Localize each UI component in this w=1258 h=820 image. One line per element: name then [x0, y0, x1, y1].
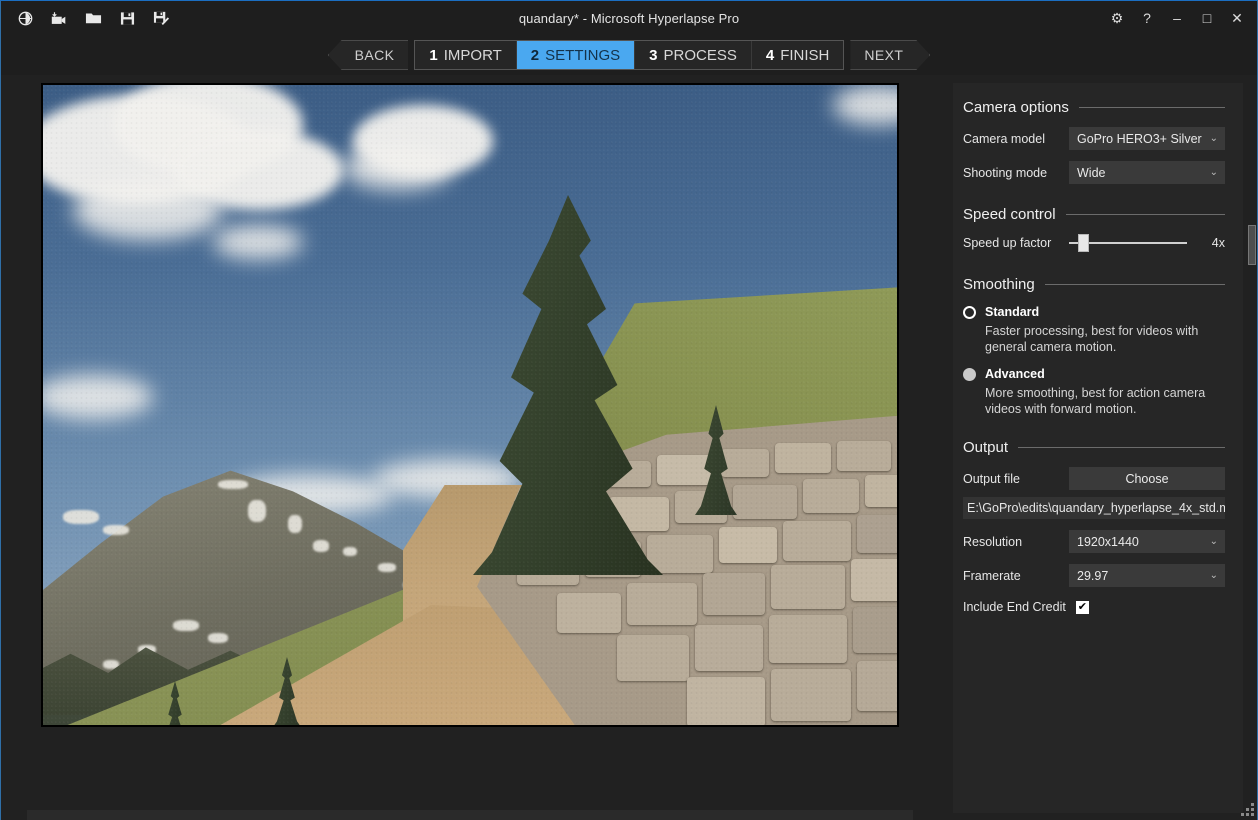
video-preview[interactable] [41, 83, 899, 727]
settings-gear-icon[interactable]: ⚙ [1103, 4, 1131, 32]
shooting-mode-row: Shooting mode Wide ⌄ [963, 161, 1225, 184]
speed-control-header: Speed control [963, 206, 1225, 223]
radio-standard-label: Standard [985, 305, 1040, 319]
include-end-credit-label: Include End Credit [963, 600, 1066, 614]
tab-finish-label: FINISH [780, 46, 830, 64]
camera-options-title: Camera options [963, 99, 1069, 116]
toolbar [1, 7, 173, 29]
camera-model-select[interactable]: GoPro HERO3+ Silver ⌄ [1069, 127, 1225, 150]
wizard-steps: 1 IMPORT 2 SETTINGS 3 PROCESS 4 FINISH [414, 40, 845, 70]
smoothing-advanced-row[interactable]: Advanced [963, 367, 1225, 381]
output-file-label: Output file [963, 471, 1020, 486]
chevron-down-icon: ⌄ [1209, 166, 1218, 178]
framerate-value: 29.97 [1077, 568, 1109, 583]
shooting-mode-label: Shooting mode [963, 165, 1048, 180]
output-file-row: Output file Choose [963, 467, 1225, 490]
close-button[interactable]: ✕ [1223, 4, 1251, 32]
choose-output-file-button[interactable]: Choose [1069, 467, 1225, 490]
tab-settings[interactable]: 2 SETTINGS [516, 41, 636, 69]
speed-up-factor-value: 4x [1211, 236, 1225, 250]
resolution-select[interactable]: 1920x1440 ⌄ [1069, 530, 1225, 553]
settings-panel: Camera options Camera model GoPro HERO3+… [953, 83, 1243, 813]
tab-import-label: IMPORT [443, 46, 502, 64]
next-button[interactable]: NEXT [850, 40, 930, 70]
tab-settings-label: SETTINGS [545, 46, 621, 64]
window-controls: ⚙ ? – □ ✕ [1103, 1, 1251, 35]
title-bar: quandary* - Microsoft Hyperlapse Pro ⚙ ?… [1, 1, 1257, 35]
resize-grip[interactable] [1238, 800, 1254, 816]
camera-options-header: Camera options [963, 99, 1225, 116]
tab-import[interactable]: 1 IMPORT [415, 41, 517, 69]
save-as-icon[interactable] [149, 7, 173, 29]
radio-standard-description: Faster processing, best for videos with … [985, 324, 1199, 354]
import-video-icon[interactable] [47, 7, 71, 29]
preview-pane [1, 75, 931, 820]
chevron-down-icon: ⌄ [1209, 132, 1218, 144]
smoothing-header: Smoothing [963, 276, 1225, 293]
save-icon[interactable] [115, 7, 139, 29]
vertical-scrollbar[interactable] [1248, 225, 1256, 265]
include-end-credit-checkbox[interactable]: ✔ [1075, 600, 1089, 614]
speed-up-factor-slider[interactable] [1069, 234, 1187, 252]
resolution-value: 1920x1440 [1077, 534, 1139, 549]
speed-control-title: Speed control [963, 206, 1056, 223]
open-folder-icon[interactable] [81, 7, 105, 29]
chevron-down-icon: ⌄ [1209, 535, 1218, 547]
framerate-row: Framerate 29.97 ⌄ [963, 564, 1225, 587]
window-title: quandary* - Microsoft Hyperlapse Pro [518, 10, 740, 26]
chevron-down-icon: ⌄ [1209, 569, 1218, 581]
tab-finish-number: 4 [765, 46, 775, 64]
include-end-credit-row: Include End Credit ✔ [963, 600, 1225, 614]
tab-process-label: PROCESS [663, 46, 737, 64]
framerate-label: Framerate [963, 568, 1021, 583]
camera-model-row: Camera model GoPro HERO3+ Silver ⌄ [963, 127, 1225, 150]
minimize-button[interactable]: – [1163, 4, 1191, 32]
framerate-select[interactable]: 29.97 ⌄ [1069, 564, 1225, 587]
video-stats-panel: Video Stats Original Length 00:01:02 Tri… [27, 810, 913, 820]
radio-advanced-description: More smoothing, best for action camera v… [985, 386, 1206, 416]
hyperlapse-window: quandary* - Microsoft Hyperlapse Pro ⚙ ?… [0, 0, 1258, 820]
slider-thumb[interactable] [1078, 234, 1089, 252]
camera-model-value: GoPro HERO3+ Silver [1077, 131, 1202, 146]
maximize-button[interactable]: □ [1193, 4, 1221, 32]
app-globe-icon[interactable] [13, 7, 37, 29]
radio-standard[interactable] [963, 305, 976, 319]
tab-process[interactable]: 3 PROCESS [635, 41, 752, 69]
shooting-mode-value: Wide [1077, 165, 1106, 180]
tab-finish[interactable]: 4 FINISH [752, 41, 844, 69]
speed-up-factor-row: Speed up factor 4x [963, 234, 1225, 252]
tab-import-number: 1 [429, 46, 438, 64]
resolution-label: Resolution [963, 534, 1023, 549]
back-button[interactable]: BACK [327, 40, 409, 70]
camera-model-label: Camera model [963, 131, 1045, 146]
main-content: Video Stats Original Length 00:01:02 Tri… [1, 75, 1257, 820]
resolution-row: Resolution 1920x1440 ⌄ [963, 530, 1225, 553]
output-title: Output [963, 439, 1009, 456]
smoothing-title: Smoothing [963, 276, 1035, 293]
shooting-mode-select[interactable]: Wide ⌄ [1069, 161, 1225, 184]
radio-advanced-label: Advanced [985, 367, 1045, 381]
output-path-field[interactable]: E:\GoPro\edits\quandary_hyperlapse_4x_st… [963, 497, 1225, 519]
tab-settings-number: 2 [530, 46, 540, 64]
help-icon[interactable]: ? [1133, 4, 1161, 32]
radio-advanced[interactable] [963, 367, 976, 381]
wizard-nav: BACK 1 IMPORT 2 SETTINGS 3 PROCESS 4 FIN… [1, 35, 1257, 75]
video-frame-image [43, 85, 897, 725]
speed-up-factor-label: Speed up factor [963, 236, 1052, 250]
tab-process-number: 3 [649, 46, 658, 64]
smoothing-standard-row[interactable]: Standard [963, 305, 1225, 319]
output-header: Output [963, 439, 1225, 456]
